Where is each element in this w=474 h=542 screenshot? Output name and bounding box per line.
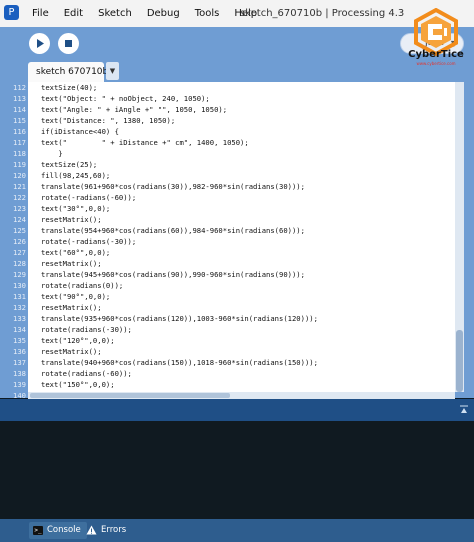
line-number: 132: [13, 303, 26, 312]
menu-bar: File Edit Sketch Debug Tools Help: [32, 0, 272, 27]
menu-file[interactable]: File: [32, 8, 49, 19]
line-number: 115: [13, 116, 26, 125]
resize-handle-icon[interactable]: [460, 405, 468, 415]
line-number: 121: [13, 182, 26, 191]
code-line[interactable]: text("Angle: " + iAngle +" "", 1050, 105…: [28, 104, 455, 115]
line-number: 112: [13, 83, 26, 92]
play-icon: [37, 39, 44, 48]
code-line[interactable]: text("60°",0,0);: [28, 247, 455, 258]
line-number: 134: [13, 325, 26, 334]
code-line[interactable]: rotate(-radians(-30));: [28, 236, 455, 247]
line-number: 139: [13, 380, 26, 389]
line-number: 117: [13, 138, 26, 147]
console-icon: >_: [33, 526, 43, 535]
warning-icon: [86, 525, 97, 535]
code-line[interactable]: rotate(-radians(-60));: [28, 192, 455, 203]
run-button[interactable]: [29, 33, 50, 54]
line-number: 136: [13, 347, 26, 356]
code-line[interactable]: text("Distance: ", 1380, 1050);: [28, 115, 455, 126]
line-number: 113: [13, 94, 26, 103]
line-number: 138: [13, 369, 26, 378]
errors-tab-label: Errors: [101, 525, 127, 535]
processing-app-icon: P: [4, 5, 19, 20]
code-line[interactable]: text("150°",0,0);: [28, 379, 455, 390]
menu-debug[interactable]: Debug: [147, 8, 180, 19]
code-line[interactable]: text("Object: " + noObject, 240, 1050);: [28, 93, 455, 104]
menu-sketch[interactable]: Sketch: [98, 8, 132, 19]
horizontal-scrollbar-thumb[interactable]: [30, 393, 230, 398]
code-line[interactable]: text("90°",0,0);: [28, 291, 455, 302]
line-number: 126: [13, 237, 26, 246]
line-number: 122: [13, 193, 26, 202]
code-line[interactable]: translate(961+960*cos(radians(30)),982-9…: [28, 181, 455, 192]
line-number: 118: [13, 149, 26, 158]
code-line[interactable]: text("120°",0,0);: [28, 335, 455, 346]
line-number: 137: [13, 358, 26, 367]
code-line[interactable]: translate(945+960*cos(radians(90)),990-9…: [28, 269, 455, 280]
line-number: 114: [13, 105, 26, 114]
code-line[interactable]: fill(98,245,60);: [28, 170, 455, 181]
watermark-url: www.cybertice.com: [416, 61, 456, 66]
code-line[interactable]: translate(954+960*cos(radians(60)),984-9…: [28, 225, 455, 236]
line-number: 127: [13, 248, 26, 257]
console-divider[interactable]: [0, 399, 474, 421]
line-number: 119: [13, 160, 26, 169]
code-line[interactable]: text(" " + iDistance +" cm", 1400, 1050)…: [28, 137, 455, 148]
code-line[interactable]: resetMatrix();: [28, 214, 455, 225]
vertical-scrollbar-thumb[interactable]: [456, 330, 463, 392]
menu-edit[interactable]: Edit: [64, 8, 83, 19]
title-bar: P File Edit Sketch Debug Tools Help sket…: [0, 0, 474, 27]
code-line[interactable]: resetMatrix();: [28, 302, 455, 313]
stop-icon: [65, 40, 72, 47]
tab-sketch[interactable]: sketch 670710b: [28, 62, 108, 82]
code-line[interactable]: translate(935+960*cos(radians(120)),1003…: [28, 313, 455, 324]
code-line[interactable]: rotate(radians(-60));: [28, 368, 455, 379]
code-line[interactable]: rotate(radians(-30));: [28, 324, 455, 335]
console-output[interactable]: [0, 421, 474, 519]
tab-menu-button[interactable]: ▼: [106, 62, 119, 80]
watermark-brand: CyberTice: [408, 49, 464, 60]
line-number: 128: [13, 259, 26, 268]
line-number: 131: [13, 292, 26, 301]
line-number: 133: [13, 314, 26, 323]
code-line[interactable]: rotate(radians(0));: [28, 280, 455, 291]
code-editor[interactable]: textSize(40); text("Object: " + noObject,…: [28, 82, 455, 392]
errors-tab[interactable]: Errors: [86, 522, 126, 539]
line-number: 130: [13, 281, 26, 290]
line-number-gutter: 112 113 114 115 116 117 118 119 120 121 122 123 124 1…: [0, 82, 28, 411]
line-number: 125: [13, 226, 26, 235]
console-tab[interactable]: >_ Console: [29, 522, 87, 539]
line-number: 116: [13, 127, 26, 136]
code-line[interactable]: resetMatrix();: [28, 346, 455, 357]
code-line[interactable]: textSize(25);: [28, 159, 455, 170]
code-line[interactable]: }: [28, 148, 455, 159]
window-title: sketch_670710b | Processing 4.3: [240, 8, 405, 19]
code-line[interactable]: text("30°",0,0);: [28, 203, 455, 214]
line-number: 120: [13, 171, 26, 180]
console-tab-label: Console: [47, 525, 81, 535]
line-number: 135: [13, 336, 26, 345]
line-number: 129: [13, 270, 26, 279]
code-line[interactable]: if(iDistance<40) {: [28, 126, 455, 137]
code-line[interactable]: resetMatrix();: [28, 258, 455, 269]
stop-button[interactable]: [58, 33, 79, 54]
menu-tools[interactable]: Tools: [195, 8, 220, 19]
line-number: 124: [13, 215, 26, 224]
line-number: 123: [13, 204, 26, 213]
code-line[interactable]: translate(940+960*cos(radians(150)),1018…: [28, 357, 455, 368]
code-line[interactable]: textSize(40);: [28, 82, 455, 93]
